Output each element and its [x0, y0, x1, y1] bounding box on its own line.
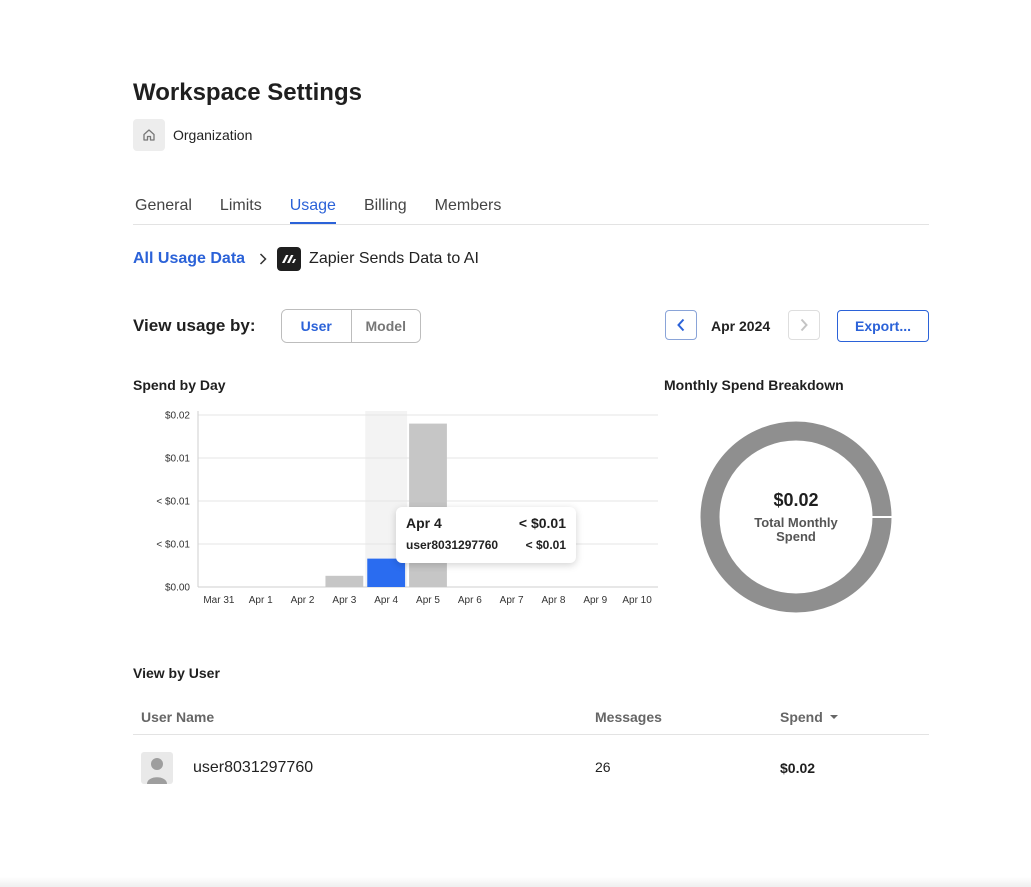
total-monthly-spend-label: Total Monthly Spend: [754, 515, 838, 544]
x-tick-label: Apr 4: [374, 595, 398, 606]
column-spend-label: Spend: [780, 709, 823, 725]
bar: [325, 575, 364, 587]
tab-limits[interactable]: Limits: [220, 188, 262, 224]
tab-billing[interactable]: Billing: [364, 188, 407, 224]
column-user-name[interactable]: User Name: [133, 709, 595, 725]
chevron-right-icon: [800, 318, 808, 332]
user-messages: 26: [595, 759, 611, 775]
breadcrumb-all-usage-link[interactable]: All Usage Data: [133, 250, 245, 268]
user-name: user8031297760: [193, 759, 314, 776]
zapier-logo-icon: [277, 247, 302, 271]
breadcrumb-current: Zapier Sends Data to AI: [309, 250, 479, 267]
chevron-left-icon: [677, 318, 685, 332]
tooltip-user: user8031297760: [406, 538, 499, 552]
tooltip-total: < $0.01: [518, 515, 566, 531]
column-messages[interactable]: Messages: [595, 709, 780, 725]
org-row: Organization: [133, 119, 252, 151]
x-tick-label: Apr 7: [500, 595, 524, 606]
x-tick-label: Apr 6: [458, 595, 482, 606]
caret-down-icon: [829, 715, 838, 719]
x-tick-label: Apr 3: [332, 595, 356, 606]
total-monthly-spend-value: $0.02: [773, 490, 819, 510]
bar: [367, 558, 406, 587]
view-by-toggle: User Model: [281, 309, 421, 343]
view-by-model-button[interactable]: Model: [350, 310, 420, 342]
x-tick-label: Apr 10: [622, 595, 652, 606]
table-header: User Name Messages Spend: [133, 700, 929, 735]
y-tick-label: $0.02: [165, 411, 190, 422]
org-name: Organization: [173, 127, 253, 143]
y-tick-label: $0.00: [165, 583, 190, 594]
month-label: Apr 2024: [711, 318, 771, 334]
tab-members[interactable]: Members: [435, 188, 502, 224]
user-spend: $0.02: [780, 760, 816, 776]
x-tick-label: Apr 2: [291, 595, 315, 606]
page-title: Workspace Settings: [133, 79, 362, 106]
x-tick-label: Apr 1: [249, 595, 273, 606]
view-usage-label: View usage by:: [133, 316, 256, 335]
tab-usage[interactable]: Usage: [289, 188, 336, 224]
donut-center: $0.02 Total Monthly Spend: [739, 490, 853, 544]
view-by-user-title: View by User: [133, 665, 220, 681]
chevron-right-icon: [259, 253, 267, 265]
x-tick-label: Apr 5: [416, 595, 440, 606]
breadcrumb: All Usage Data Zapier Sends Data to AI: [133, 247, 479, 271]
chart-tooltip: Apr 4 < $0.01 user8031297760 < $0.01: [396, 507, 576, 563]
table-row[interactable]: user8031297760 26 $0.02: [133, 735, 929, 801]
x-tick-label: Apr 9: [583, 595, 607, 606]
spend-by-day-title: Spend by Day: [133, 377, 226, 393]
tab-general[interactable]: General: [135, 188, 192, 224]
export-button[interactable]: Export...: [837, 310, 929, 342]
tooltip-date: Apr 4: [406, 515, 442, 531]
x-tick-label: Mar 31: [203, 595, 235, 606]
user-avatar-icon: [141, 752, 173, 784]
x-tick-label: Apr 8: [542, 595, 566, 606]
y-tick-label: < $0.01: [156, 497, 190, 508]
tooltip-user-value: < $0.01: [525, 538, 566, 552]
view-by-user-button[interactable]: User: [282, 310, 351, 342]
settings-tabs: General Limits Usage Billing Members: [133, 188, 929, 225]
home-icon: [133, 119, 165, 151]
y-tick-label: $0.01: [165, 454, 190, 465]
user-usage-table: User Name Messages Spend user8031297760 …: [133, 700, 929, 801]
y-tick-label: < $0.01: [156, 540, 190, 551]
previous-month-button[interactable]: [665, 310, 697, 340]
monthly-spend-title: Monthly Spend Breakdown: [664, 377, 844, 393]
next-month-button[interactable]: [788, 310, 820, 340]
column-spend[interactable]: Spend: [780, 709, 929, 725]
